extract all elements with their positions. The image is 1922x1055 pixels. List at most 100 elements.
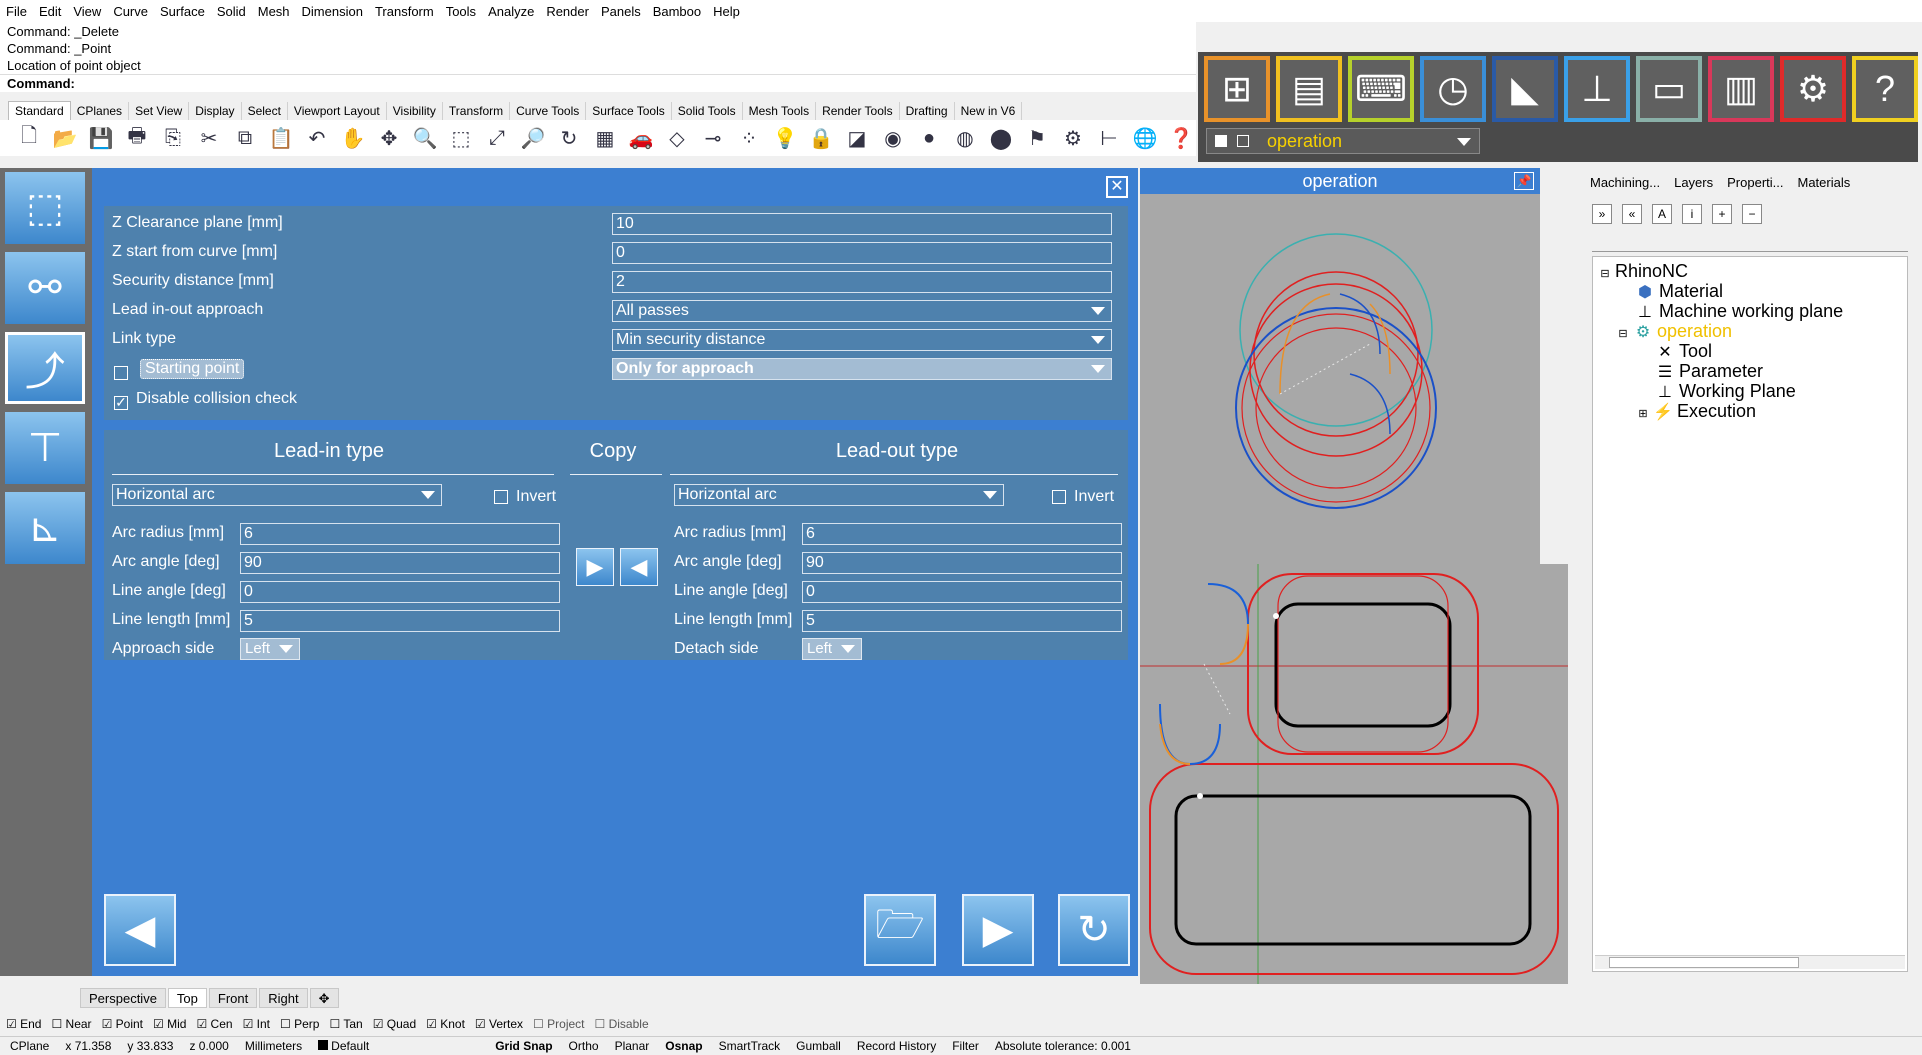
osnap-mid[interactable]: ☑ Mid bbox=[153, 1017, 186, 1031]
cut-icon[interactable]: ✂ bbox=[194, 123, 224, 153]
menu-render[interactable]: Render bbox=[546, 4, 589, 19]
status-grid-snap[interactable]: Grid Snap bbox=[495, 1039, 552, 1053]
gears-icon[interactable]: ⚙ bbox=[1780, 56, 1846, 122]
command-input[interactable]: Command: bbox=[0, 74, 1196, 92]
copy-icon[interactable]: ⧉ bbox=[230, 123, 260, 153]
z-start-input[interactable]: 0 bbox=[612, 242, 1112, 264]
undo-icon[interactable]: ↶ bbox=[302, 123, 332, 153]
tab-top[interactable]: Top bbox=[167, 988, 207, 1008]
stock-block-icon[interactable]: ▭ bbox=[1636, 56, 1702, 122]
osnap-vertex[interactable]: ☑ Vertex bbox=[475, 1017, 523, 1031]
starting-point-checkbox[interactable] bbox=[114, 366, 128, 380]
tree-item-tool[interactable]: ✕ Tool bbox=[1655, 341, 1712, 362]
tab-select[interactable]: Select bbox=[242, 102, 288, 120]
help-question-icon[interactable]: ? bbox=[1852, 56, 1918, 122]
tab-properties[interactable]: Properti... bbox=[1725, 174, 1785, 194]
osnap-end[interactable]: ☑ End bbox=[6, 1017, 41, 1031]
material-stack-icon[interactable]: ▤ bbox=[1276, 56, 1342, 122]
tab-front[interactable]: Front bbox=[208, 988, 258, 1008]
tree-item-execution[interactable]: ⊞ ⚡ Execution bbox=[1637, 401, 1756, 422]
tab-new-in-v6[interactable]: New in V6 bbox=[955, 102, 1023, 120]
leadout-line-length-input[interactable]: 5 bbox=[802, 610, 1122, 632]
menu-edit[interactable]: Edit bbox=[39, 4, 61, 19]
info-icon[interactable]: i bbox=[1682, 204, 1702, 224]
rotate-view-icon[interactable]: ✥ bbox=[374, 123, 404, 153]
status-gumball[interactable]: Gumball bbox=[796, 1039, 841, 1053]
collapse-icon[interactable]: « bbox=[1622, 204, 1642, 224]
menu-surface[interactable]: Surface bbox=[160, 4, 205, 19]
approach-side-select[interactable]: Left bbox=[240, 638, 300, 660]
menu-tools[interactable]: Tools bbox=[446, 4, 476, 19]
points-icon[interactable]: ⁘ bbox=[734, 123, 764, 153]
add-viewport-icon[interactable]: ✥ bbox=[309, 988, 339, 1008]
render-sphere-icon[interactable]: ◍ bbox=[950, 123, 980, 153]
status-planar[interactable]: Planar bbox=[615, 1039, 650, 1053]
select-icon[interactable]: ⊸ bbox=[698, 123, 728, 153]
leadin-line-angle-input[interactable]: 0 bbox=[240, 581, 560, 603]
zoom-in-icon[interactable]: + bbox=[1712, 204, 1732, 224]
leadout-line-angle-input[interactable]: 0 bbox=[802, 581, 1122, 603]
osnap-disable[interactable]: ☐ Disable bbox=[595, 1017, 649, 1031]
car-icon[interactable]: 🚗 bbox=[626, 123, 656, 153]
status-ortho[interactable]: Ortho bbox=[569, 1039, 599, 1053]
zoom-icon[interactable]: 🔍 bbox=[410, 123, 440, 153]
leadout-invert-checkbox[interactable] bbox=[1052, 490, 1066, 504]
compute-button[interactable]: ↻ bbox=[1058, 894, 1130, 966]
operation-selector[interactable]: operation bbox=[1206, 128, 1480, 154]
menu-analyze[interactable]: Analyze bbox=[488, 4, 534, 19]
leadin-arc-angle-input[interactable]: 90 bbox=[240, 552, 560, 574]
dimension-icon[interactable]: ⊢ bbox=[1094, 123, 1124, 153]
status-units[interactable]: Millimeters bbox=[245, 1039, 302, 1053]
tree-item-material[interactable]: ⬢ Material bbox=[1635, 281, 1723, 302]
status-osnap[interactable]: Osnap bbox=[665, 1039, 702, 1053]
menu-view[interactable]: View bbox=[73, 4, 101, 19]
zoom-selected-icon[interactable]: 🔎 bbox=[518, 123, 548, 153]
tree-item-parameter[interactable]: ☰ Parameter bbox=[1655, 361, 1763, 382]
pin-icon[interactable]: 📌 bbox=[1514, 172, 1534, 190]
settings-icon[interactable]: ⚙ bbox=[1058, 123, 1088, 153]
tab-surface-tools[interactable]: Surface Tools bbox=[586, 102, 672, 120]
leadout-arc-angle-input[interactable]: 90 bbox=[802, 552, 1122, 574]
viewport-grid-icon[interactable]: ▦ bbox=[590, 123, 620, 153]
tool-cone-icon[interactable]: ◣ bbox=[1492, 56, 1558, 122]
leadin-line-length-input[interactable]: 5 bbox=[240, 610, 560, 632]
paste-icon[interactable]: 📋 bbox=[266, 123, 296, 153]
rotate-icon[interactable]: ↻ bbox=[554, 123, 584, 153]
tab-mesh-tools[interactable]: Mesh Tools bbox=[743, 102, 817, 120]
tab-perspective[interactable]: Perspective bbox=[80, 988, 166, 1008]
tab-viewport-layout[interactable]: Viewport Layout bbox=[288, 102, 387, 120]
tree-item-working-plane[interactable]: ⊥ Working Plane bbox=[1655, 381, 1796, 402]
tab-solid-tools[interactable]: Solid Tools bbox=[672, 102, 743, 120]
tab-layers[interactable]: Layers bbox=[1672, 174, 1715, 194]
new-file-icon[interactable]: 🗋 bbox=[14, 123, 44, 153]
leadin-type-select[interactable]: Horizontal arc bbox=[112, 484, 442, 506]
step-geometry-button[interactable]: ⚯ bbox=[5, 252, 85, 324]
osnap-int[interactable]: ☑ Int bbox=[243, 1017, 270, 1031]
menu-curve[interactable]: Curve bbox=[113, 4, 148, 19]
tab-curve-tools[interactable]: Curve Tools bbox=[510, 102, 587, 120]
pan-icon[interactable]: ✋ bbox=[338, 123, 368, 153]
tree-item-machine-working-plane[interactable]: ⊥ Machine working plane bbox=[1635, 301, 1843, 322]
collapse-icon[interactable]: ⊟ bbox=[1617, 327, 1629, 340]
milling-machine-icon[interactable]: ⊥ bbox=[1564, 56, 1630, 122]
tab-machining[interactable]: Machining... bbox=[1588, 174, 1662, 194]
leadin-invert-checkbox[interactable] bbox=[494, 490, 508, 504]
expand-icon[interactable]: » bbox=[1592, 204, 1612, 224]
tree-item-rhinonc[interactable]: ⊟ RhinoNC bbox=[1599, 261, 1688, 282]
top-viewport[interactable] bbox=[1140, 564, 1568, 984]
osnap-near[interactable]: ☐ Near bbox=[51, 1017, 91, 1031]
osnap-cen[interactable]: ☑ Cen bbox=[196, 1017, 232, 1031]
machine-icon[interactable]: ⌨ bbox=[1348, 56, 1414, 122]
tab-right[interactable]: Right bbox=[259, 988, 308, 1008]
menu-solid[interactable]: Solid bbox=[217, 4, 246, 19]
shaded-sphere-icon[interactable]: ● bbox=[914, 123, 944, 153]
globe-icon[interactable]: 🌐 bbox=[1130, 123, 1160, 153]
status-record-history[interactable]: Record History bbox=[857, 1039, 936, 1053]
clock-icon[interactable]: ◷ bbox=[1420, 56, 1486, 122]
open-file-icon[interactable]: 📂 bbox=[50, 123, 80, 153]
step-tool-button[interactable]: ⊤ bbox=[5, 412, 85, 484]
material-sphere-icon[interactable]: ⬤ bbox=[986, 123, 1016, 153]
save-settings-button[interactable]: 🗁 bbox=[864, 894, 936, 966]
close-icon[interactable]: ✕ bbox=[1106, 176, 1128, 198]
menu-file[interactable]: File bbox=[6, 4, 27, 19]
